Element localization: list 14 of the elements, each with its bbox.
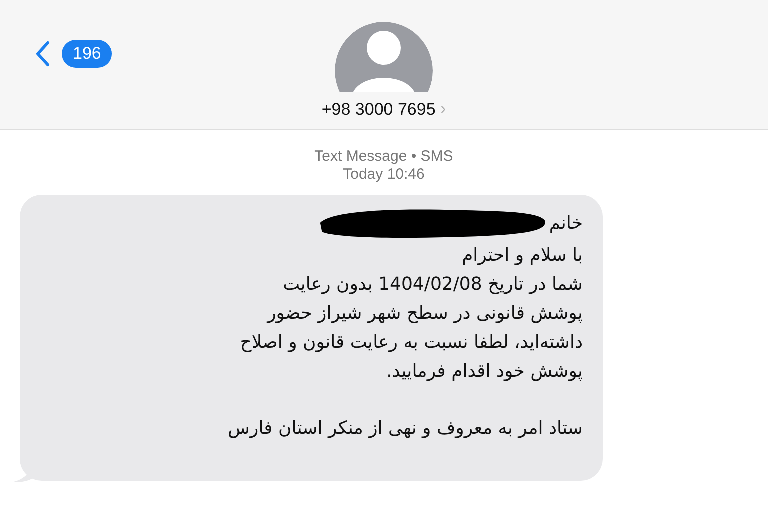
message-text: ستاد امر به معروف و نهی از منکر استان فارس (228, 417, 583, 441)
message-text: داشته‌اید، لطفا نسبت به رعایت قانون و اصلاح (240, 331, 583, 355)
avatar-icon[interactable] (335, 22, 433, 92)
back-icon[interactable] (36, 41, 50, 67)
message-text: شما در تاریخ 1404/02/08 بدون رعایت (283, 273, 583, 297)
message-text: با سلام و احترام (462, 244, 583, 268)
contact-number[interactable]: +98 3000 7695 (322, 100, 436, 120)
message-text: پوشش قانونی در سطح شهر شیراز حضور (268, 302, 583, 326)
message-text: خانم (549, 212, 583, 236)
message-text: پوشش خود اقدام فرمایید. (386, 360, 583, 384)
chevron-icon[interactable]: › (440, 101, 446, 119)
message-type-label: Text Message • SMS (314, 148, 454, 166)
message-time: Today 10:46 (342, 166, 426, 184)
unread-count-badge[interactable]: 196 (62, 40, 112, 68)
